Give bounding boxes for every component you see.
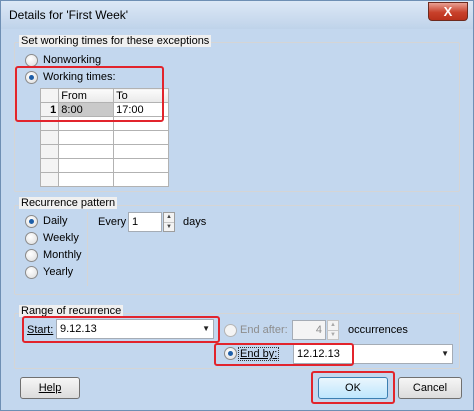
row-number (39, 144, 60, 159)
monthly-label[interactable]: Monthly (43, 249, 82, 261)
help-button[interactable]: Help (20, 377, 80, 399)
grid-cell-to[interactable] (113, 144, 169, 159)
highlight-working-times (15, 66, 164, 122)
grid-cell-to[interactable] (113, 130, 169, 145)
row-number (39, 172, 60, 187)
row-number (39, 158, 60, 173)
grid-cell-to[interactable] (113, 172, 169, 187)
yearly-label[interactable]: Yearly (43, 266, 73, 278)
end-after-label[interactable]: End after: (240, 324, 288, 336)
grid-cell-to[interactable] (113, 158, 169, 173)
table-row[interactable] (39, 130, 169, 145)
weekly-label[interactable]: Weekly (43, 232, 79, 244)
highlight-ok (311, 371, 395, 404)
grid-cell-from[interactable] (58, 144, 115, 159)
grid-cell-from[interactable] (58, 158, 115, 173)
monthly-radio[interactable] (25, 249, 38, 262)
table-row[interactable] (39, 172, 169, 187)
spin-up-icon[interactable]: ▲ (328, 321, 338, 330)
table-row[interactable] (39, 144, 169, 159)
table-row[interactable] (39, 158, 169, 173)
spin-down-icon[interactable]: ▼ (328, 330, 338, 339)
highlight-end-by (214, 343, 354, 366)
end-after-spinner[interactable]: ▲ ▼ (327, 320, 339, 340)
every-spinner[interactable]: ▲ ▼ (163, 212, 175, 232)
spin-up-icon[interactable]: ▲ (164, 213, 174, 222)
recurrence-group-label: Recurrence pattern (19, 197, 118, 209)
title-bar[interactable]: Details for 'First Week' X (1, 1, 473, 29)
row-number (39, 130, 60, 145)
chevron-down-icon[interactable]: ▼ (441, 345, 449, 363)
daily-radio[interactable] (25, 215, 38, 228)
grid-cell-from[interactable] (58, 130, 115, 145)
grid-cell-from[interactable] (58, 172, 115, 187)
dialog-title: Details for 'First Week' (9, 8, 129, 22)
yearly-radio[interactable] (25, 266, 38, 279)
nonworking-label[interactable]: Nonworking (43, 54, 101, 66)
highlight-start (22, 316, 220, 343)
spin-down-icon[interactable]: ▼ (164, 222, 174, 231)
recurrence-divider (87, 212, 88, 286)
end-after-radio[interactable] (224, 324, 237, 337)
every-label: Every (98, 216, 127, 228)
daily-label[interactable]: Daily (43, 215, 67, 227)
occurrences-label: occurrences (348, 324, 408, 336)
every-input[interactable]: 1 (128, 212, 162, 232)
close-button[interactable]: X (428, 2, 468, 21)
weekly-radio[interactable] (25, 232, 38, 245)
exceptions-group-label: Set working times for these exceptions (19, 35, 212, 47)
days-label: days (183, 216, 207, 228)
end-after-input[interactable]: 4 (292, 320, 326, 340)
cancel-button[interactable]: Cancel (398, 377, 462, 399)
